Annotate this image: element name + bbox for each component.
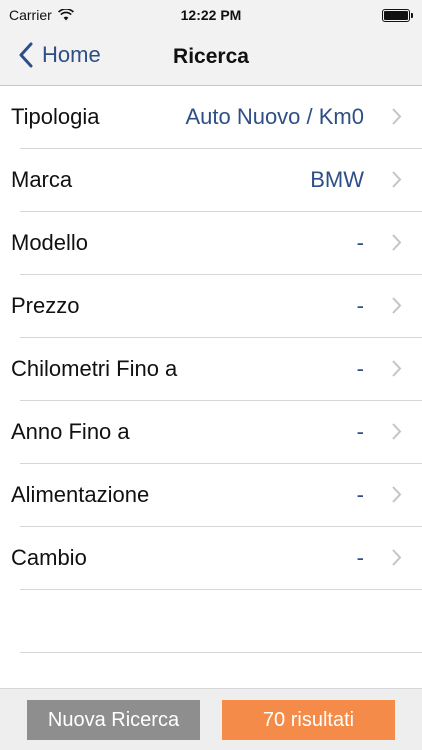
row-value: - bbox=[356, 230, 364, 255]
row-value: - bbox=[356, 482, 364, 507]
row-label: Modello bbox=[11, 230, 89, 255]
status-bar: Carrier 12:22 PM bbox=[0, 0, 422, 30]
row-label: Prezzo bbox=[11, 293, 80, 318]
page-title: Ricerca bbox=[173, 45, 249, 68]
row-label: Chilometri Fino a bbox=[11, 356, 178, 381]
row-prezzo[interactable]: Prezzo - bbox=[11, 275, 422, 338]
status-time: 12:22 PM bbox=[180, 7, 242, 23]
row-marca[interactable]: Marca BMW bbox=[11, 149, 422, 212]
battery-icon bbox=[382, 9, 413, 22]
row-modello[interactable]: Modello - bbox=[11, 212, 422, 275]
row-value: - bbox=[356, 419, 364, 444]
row-chilometri[interactable]: Chilometri Fino a - bbox=[11, 338, 422, 401]
chevron-right-icon bbox=[392, 297, 402, 314]
row-alimentazione[interactable]: Alimentazione - bbox=[11, 464, 422, 527]
bottom-toolbar: Nuova Ricerca 70 risultati bbox=[0, 688, 422, 750]
chevron-right-icon bbox=[392, 423, 402, 440]
chevron-right-icon bbox=[392, 360, 402, 377]
row-label: Tipologia bbox=[11, 104, 100, 129]
row-value: - bbox=[356, 356, 364, 381]
row-value: - bbox=[356, 545, 364, 570]
search-filter-list: Tipologia Auto Nuovo / Km0 Marca BMW Mod… bbox=[0, 86, 422, 653]
row-anno[interactable]: Anno Fino a - bbox=[11, 401, 422, 464]
row-cambio[interactable]: Cambio - bbox=[11, 527, 422, 590]
row-tipologia[interactable]: Tipologia Auto Nuovo / Km0 bbox=[11, 86, 422, 149]
chevron-right-icon bbox=[392, 486, 402, 503]
row-value: Auto Nuovo / Km0 bbox=[185, 104, 364, 129]
row-label: Marca bbox=[11, 167, 73, 192]
chevron-right-icon bbox=[392, 171, 402, 188]
new-search-button[interactable]: Nuova Ricerca bbox=[27, 700, 200, 740]
row-label: Anno Fino a bbox=[11, 419, 130, 444]
navigation-bar: Home Ricerca bbox=[0, 30, 422, 86]
row-value: BMW bbox=[310, 167, 364, 192]
row-value: - bbox=[356, 293, 364, 318]
show-results-button[interactable]: 70 risultati bbox=[222, 700, 395, 740]
empty-row bbox=[20, 590, 422, 653]
chevron-right-icon bbox=[392, 549, 402, 566]
row-label: Cambio bbox=[11, 545, 87, 570]
row-label: Alimentazione bbox=[11, 482, 150, 507]
chevron-right-icon bbox=[392, 108, 402, 125]
chevron-right-icon bbox=[392, 234, 402, 251]
